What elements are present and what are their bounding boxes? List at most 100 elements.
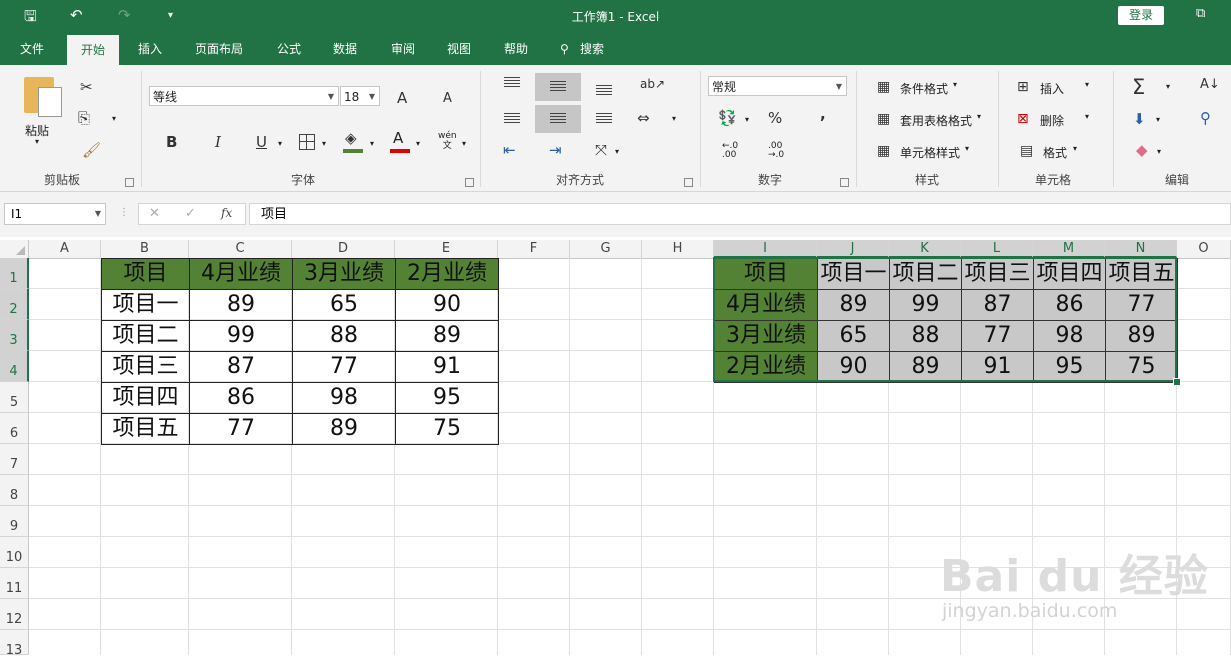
insert-cells-icon[interactable]: ⊞ — [1017, 79, 1029, 95]
table1-cell[interactable]: 项目一 — [101, 289, 190, 321]
conditional-formatting-icon[interactable]: ▦ — [877, 79, 890, 95]
copy-icon[interactable]: ⎘ — [78, 109, 90, 127]
table1-header-cell[interactable]: 项目 — [101, 258, 190, 290]
table2-row-label[interactable]: 4月业绩 — [714, 289, 818, 321]
row-header[interactable]: 10 — [0, 537, 29, 568]
format-cells-icon[interactable]: ▤ — [1020, 143, 1033, 159]
clear-dropdown-icon[interactable]: ▾ — [1157, 147, 1161, 156]
table1-cell[interactable]: 89 — [292, 413, 396, 445]
tab-search[interactable]: 搜索 — [580, 33, 604, 65]
borders-icon[interactable] — [299, 134, 315, 150]
tab-page-layout[interactable]: 页面布局 — [195, 33, 243, 65]
bottom-align-button[interactable] — [581, 73, 627, 101]
table2-row-label[interactable]: 2月业绩 — [714, 351, 818, 383]
column-header[interactable]: K — [889, 240, 961, 258]
table1-header-cell[interactable]: 2月业绩 — [395, 258, 499, 290]
row-header[interactable]: 9 — [0, 506, 29, 537]
active-cell[interactable]: 项目 — [714, 258, 818, 290]
delete-cells-icon[interactable]: ⊠ — [1017, 111, 1029, 127]
cell-styles-button[interactable]: 单元格样式 — [900, 144, 960, 161]
alignment-launcher-icon[interactable] — [684, 178, 693, 187]
underline-button[interactable]: U — [256, 133, 267, 151]
row-header[interactable]: 7 — [0, 444, 29, 475]
accounting-format-icon[interactable]: 💱 — [718, 109, 737, 127]
ribbon-display-options-icon[interactable]: ⧉ — [1196, 6, 1205, 21]
fill-color-dropdown-icon[interactable]: ▾ — [370, 139, 374, 148]
column-header[interactable]: L — [961, 240, 1033, 258]
insert-function-icon[interactable]: fx — [221, 206, 232, 220]
top-align-button[interactable] — [489, 73, 535, 101]
table1-cell[interactable]: 86 — [189, 382, 293, 414]
font-size-combo[interactable]: 18 ▼ — [340, 86, 380, 106]
chevron-down-icon[interactable]: ▾ — [977, 112, 981, 121]
phonetic-dropdown-icon[interactable]: ▾ — [462, 139, 466, 148]
table1-cell[interactable]: 88 — [292, 320, 396, 352]
fill-handle[interactable] — [1173, 378, 1181, 386]
format-as-table-icon[interactable]: ▦ — [877, 111, 890, 127]
table2-cell[interactable]: 87 — [961, 289, 1034, 321]
table1-header-cell[interactable]: 3月业绩 — [292, 258, 396, 290]
row-header[interactable]: 11 — [0, 568, 29, 599]
font-name-combo[interactable]: 等线 ▼ — [149, 86, 339, 106]
table2-cell[interactable]: 91 — [961, 351, 1034, 383]
column-header[interactable]: M — [1033, 240, 1105, 258]
underline-dropdown-icon[interactable]: ▾ — [278, 139, 282, 148]
table2-cell[interactable]: 90 — [817, 351, 890, 383]
table2-cell[interactable]: 86 — [1033, 289, 1106, 321]
column-header[interactable]: B — [101, 240, 189, 258]
table1-cell[interactable]: 91 — [395, 351, 499, 383]
autosum-icon[interactable]: Σ — [1132, 75, 1145, 99]
copy-dropdown-icon[interactable]: ▾ — [112, 114, 116, 123]
table2-cell[interactable]: 77 — [961, 320, 1034, 352]
chevron-down-icon[interactable]: ▼ — [836, 77, 842, 97]
row-header[interactable]: 13 — [0, 630, 29, 658]
column-header[interactable]: A — [29, 240, 101, 258]
column-header[interactable]: H — [642, 240, 714, 258]
tab-insert[interactable]: 插入 — [138, 33, 162, 65]
table1-cell[interactable]: 89 — [395, 320, 499, 352]
borders-dropdown-icon[interactable]: ▾ — [322, 139, 326, 148]
table2-header-cell[interactable]: 项目四 — [1033, 258, 1106, 290]
phonetic-guide-icon[interactable]: wén 文 — [438, 131, 457, 151]
paste-dropdown-icon[interactable]: ▾ — [35, 137, 39, 146]
table1-cell[interactable]: 77 — [292, 351, 396, 383]
format-as-table-button[interactable]: 套用表格格式 — [900, 112, 972, 129]
table1-cell[interactable]: 项目三 — [101, 351, 190, 383]
cut-icon[interactable]: ✂ — [80, 78, 93, 96]
login-button[interactable]: 登录 — [1118, 6, 1164, 25]
row-header[interactable]: 12 — [0, 599, 29, 630]
increase-decimal-icon[interactable]: ←.0.00 — [722, 142, 738, 160]
row-header[interactable]: 1 — [0, 258, 29, 289]
font-color-dropdown-icon[interactable]: ▾ — [416, 139, 420, 148]
fill-icon[interactable]: ⬇ — [1133, 110, 1146, 128]
fill-dropdown-icon[interactable]: ▾ — [1156, 115, 1160, 124]
table1-cell[interactable]: 项目二 — [101, 320, 190, 352]
italic-button[interactable]: I — [215, 133, 221, 151]
delete-cells-button[interactable]: 删除 — [1040, 112, 1064, 129]
select-all-button[interactable] — [0, 240, 29, 258]
decrease-decimal-icon[interactable]: .00 →.0 — [768, 142, 784, 160]
text-direction-icon[interactable]: ⤧ — [595, 141, 607, 159]
tab-file[interactable]: 文件 — [20, 33, 44, 65]
number-format-combo[interactable]: 常规 ▼ — [708, 76, 847, 96]
table1-cell[interactable]: 75 — [395, 413, 499, 445]
table1-cell[interactable]: 项目五 — [101, 413, 190, 445]
chevron-down-icon[interactable]: ▼ — [95, 204, 101, 224]
merge-dropdown-icon[interactable]: ▾ — [672, 114, 676, 123]
align-left-button[interactable] — [489, 105, 535, 133]
cell-styles-icon[interactable]: ▦ — [877, 143, 890, 159]
row-header[interactable]: 6 — [0, 413, 29, 444]
table2-cell[interactable]: 77 — [1105, 289, 1178, 321]
row-header[interactable]: 8 — [0, 475, 29, 506]
sort-filter-icon[interactable]: A↓ — [1200, 77, 1220, 92]
find-select-icon[interactable]: ⚲ — [1200, 109, 1211, 127]
table1-cell[interactable]: 98 — [292, 382, 396, 414]
align-right-button[interactable] — [581, 105, 627, 133]
orientation-icon[interactable]: ab↗ — [640, 77, 665, 91]
insert-cells-button[interactable]: 插入 — [1040, 80, 1064, 97]
comma-style-button[interactable]: , — [820, 105, 826, 123]
font-launcher-icon[interactable] — [465, 178, 474, 187]
tab-view[interactable]: 视图 — [447, 33, 471, 65]
cancel-icon[interactable]: ✕ — [149, 206, 160, 221]
clear-icon[interactable]: ◆ — [1136, 141, 1148, 159]
